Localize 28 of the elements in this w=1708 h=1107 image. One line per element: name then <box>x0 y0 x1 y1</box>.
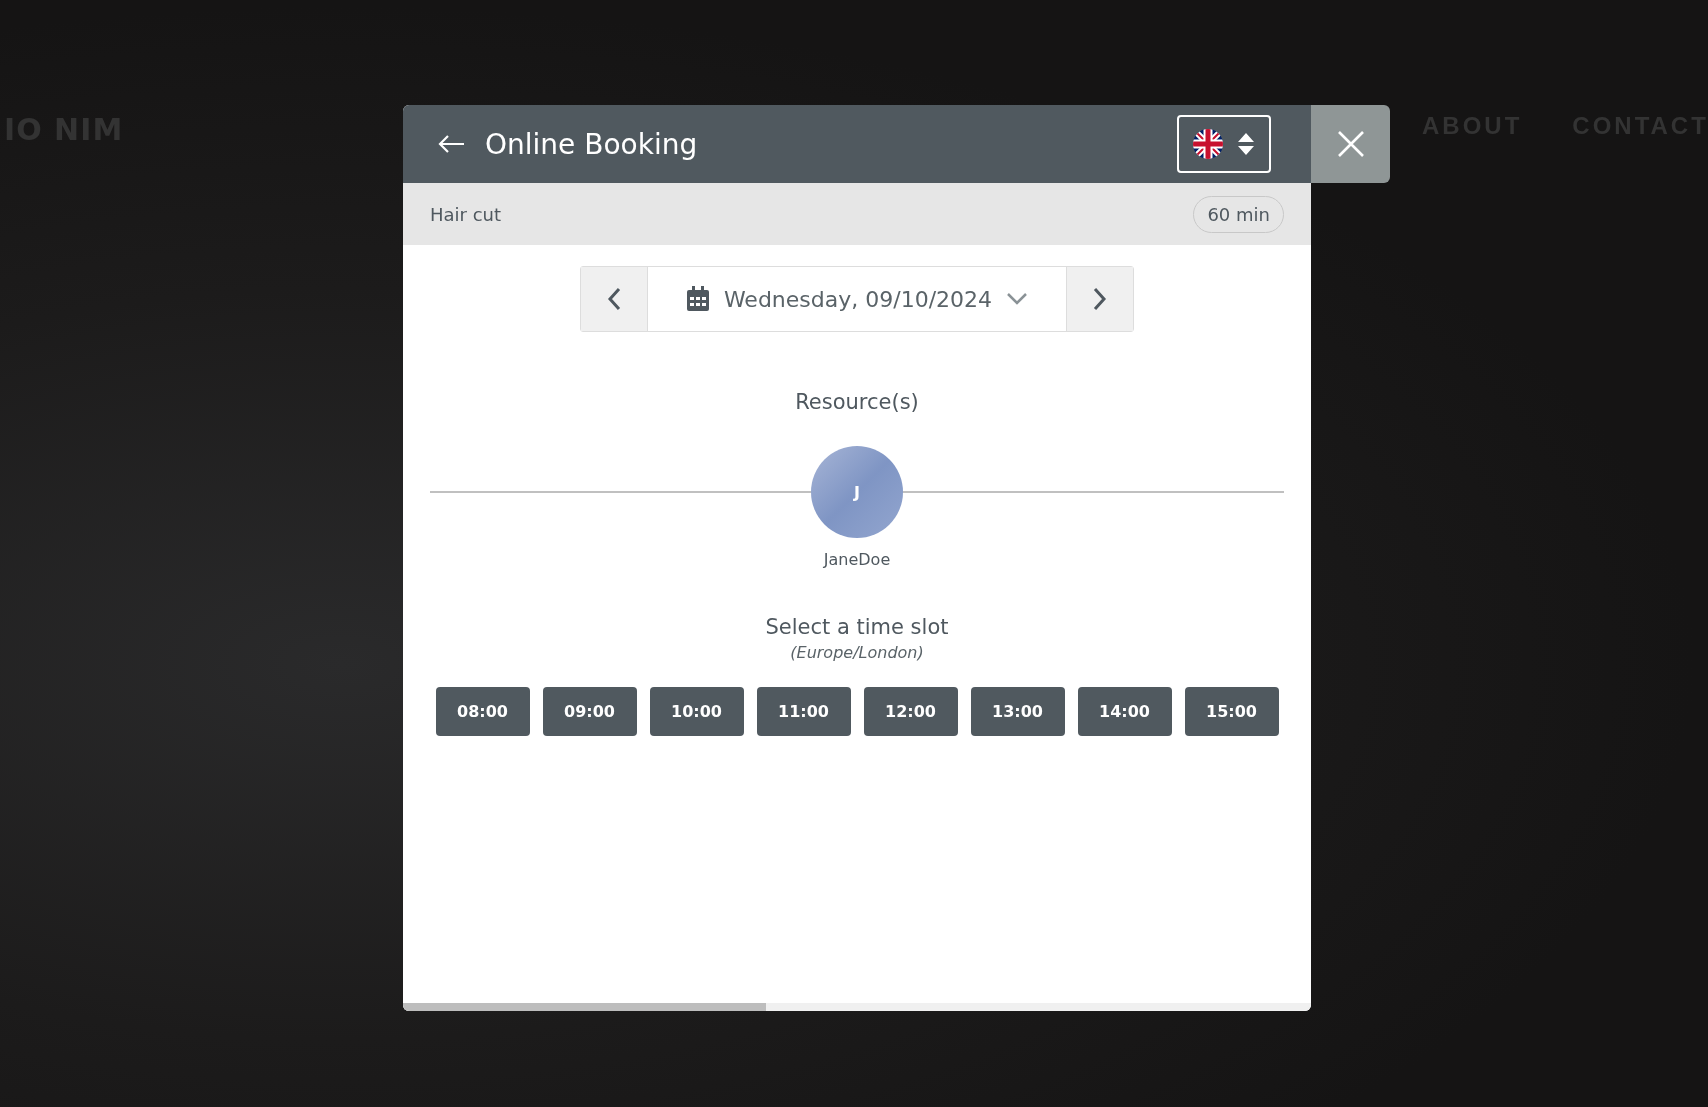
time-slot-button[interactable]: 14:00 <box>1077 687 1172 736</box>
time-slot-button[interactable]: 10:00 <box>649 687 744 736</box>
date-picker[interactable]: Wednesday, 09/10/2024 <box>647 267 1067 331</box>
calendar-icon <box>685 286 710 312</box>
chevron-left-icon <box>607 287 621 311</box>
chevron-down-icon <box>1006 292 1029 306</box>
sort-icon <box>1237 132 1255 156</box>
close-icon <box>1336 130 1365 158</box>
next-day-button[interactable] <box>1067 267 1133 331</box>
time-slot-button[interactable]: 09:00 <box>542 687 637 736</box>
close-button[interactable] <box>1311 105 1390 183</box>
time-slot-button[interactable]: 13:00 <box>970 687 1065 736</box>
timezone-label: (Europe/London) <box>790 643 924 662</box>
uk-flag-icon <box>1193 129 1223 159</box>
dialog-title: Online Booking <box>485 127 699 161</box>
time-slot-heading: Select a time slot <box>765 615 949 639</box>
resource-name: JaneDoe <box>823 550 891 569</box>
back-arrow-icon <box>437 134 465 154</box>
time-slot-button[interactable]: 12:00 <box>863 687 958 736</box>
service-name: Hair cut <box>430 203 502 225</box>
resources-heading: Resource(s) <box>795 390 919 414</box>
previous-day-button[interactable] <box>581 267 647 331</box>
language-selector[interactable] <box>1177 115 1271 173</box>
time-slot-button[interactable]: 08:00 <box>435 687 530 736</box>
chevron-right-icon <box>1093 287 1107 311</box>
time-slot-button[interactable]: 11:00 <box>756 687 851 736</box>
horizontal-scrollbar[interactable] <box>403 1003 1311 1011</box>
time-slot-button[interactable]: 15:00 <box>1184 687 1279 736</box>
